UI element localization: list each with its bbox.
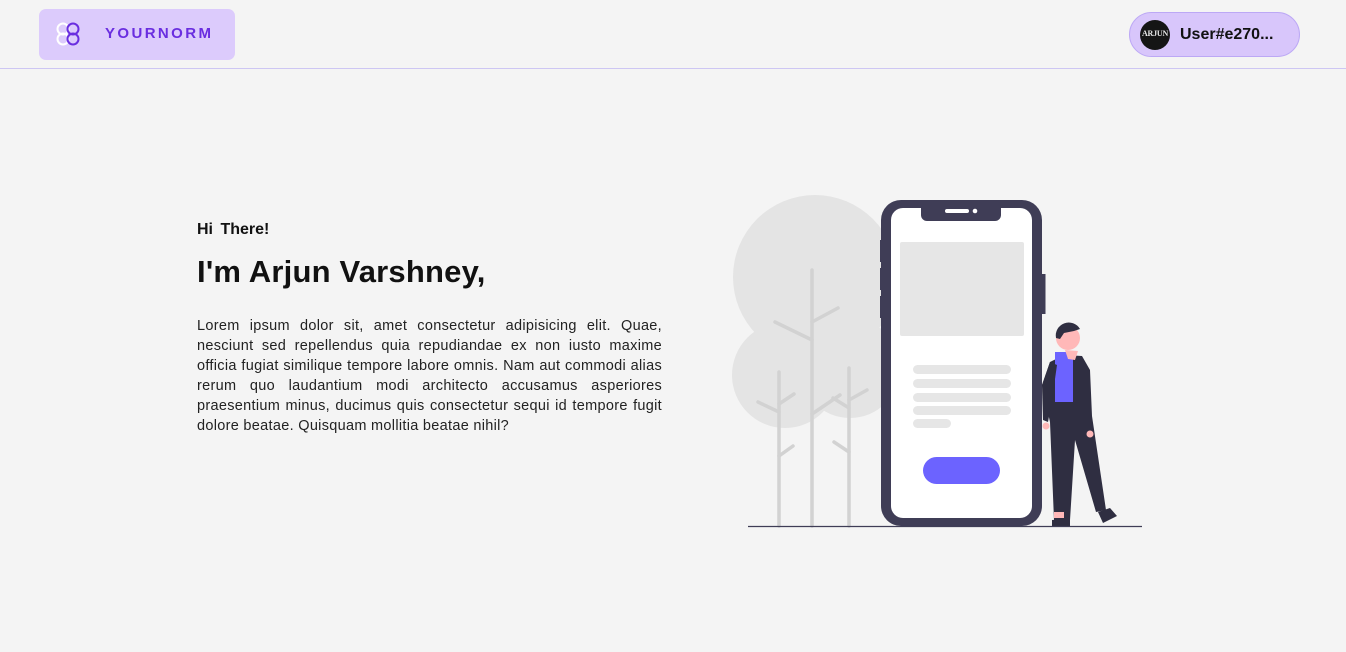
avatar: ARJUN: [1140, 20, 1170, 50]
brand-name: YOURNORM: [105, 25, 214, 42]
person-with-phone-illustration: [732, 195, 1142, 528]
greeting-text: Hi There!: [197, 221, 270, 238]
four-circles-logo-icon: [56, 22, 80, 46]
avatar-logo-text: ARJUN: [1141, 29, 1169, 38]
top-header: YOURNORM ARJUN User#e270...: [0, 0, 1346, 69]
tree-foliage: [732, 195, 900, 428]
person-figure: [1042, 322, 1117, 526]
page-title: I'm Arjun Varshney,: [197, 254, 486, 289]
hero-text-section: Hi There! I'm Arjun Varshney, Lorem ipsu…: [197, 220, 662, 436]
user-name: User#e270...: [1180, 26, 1274, 43]
brand-logo-button[interactable]: YOURNORM: [39, 9, 235, 60]
bio-paragraph: Lorem ipsum dolor sit, amet consectetur …: [197, 318, 662, 434]
phone-device: [880, 200, 1046, 526]
user-menu-button[interactable]: ARJUN User#e270...: [1129, 12, 1300, 57]
